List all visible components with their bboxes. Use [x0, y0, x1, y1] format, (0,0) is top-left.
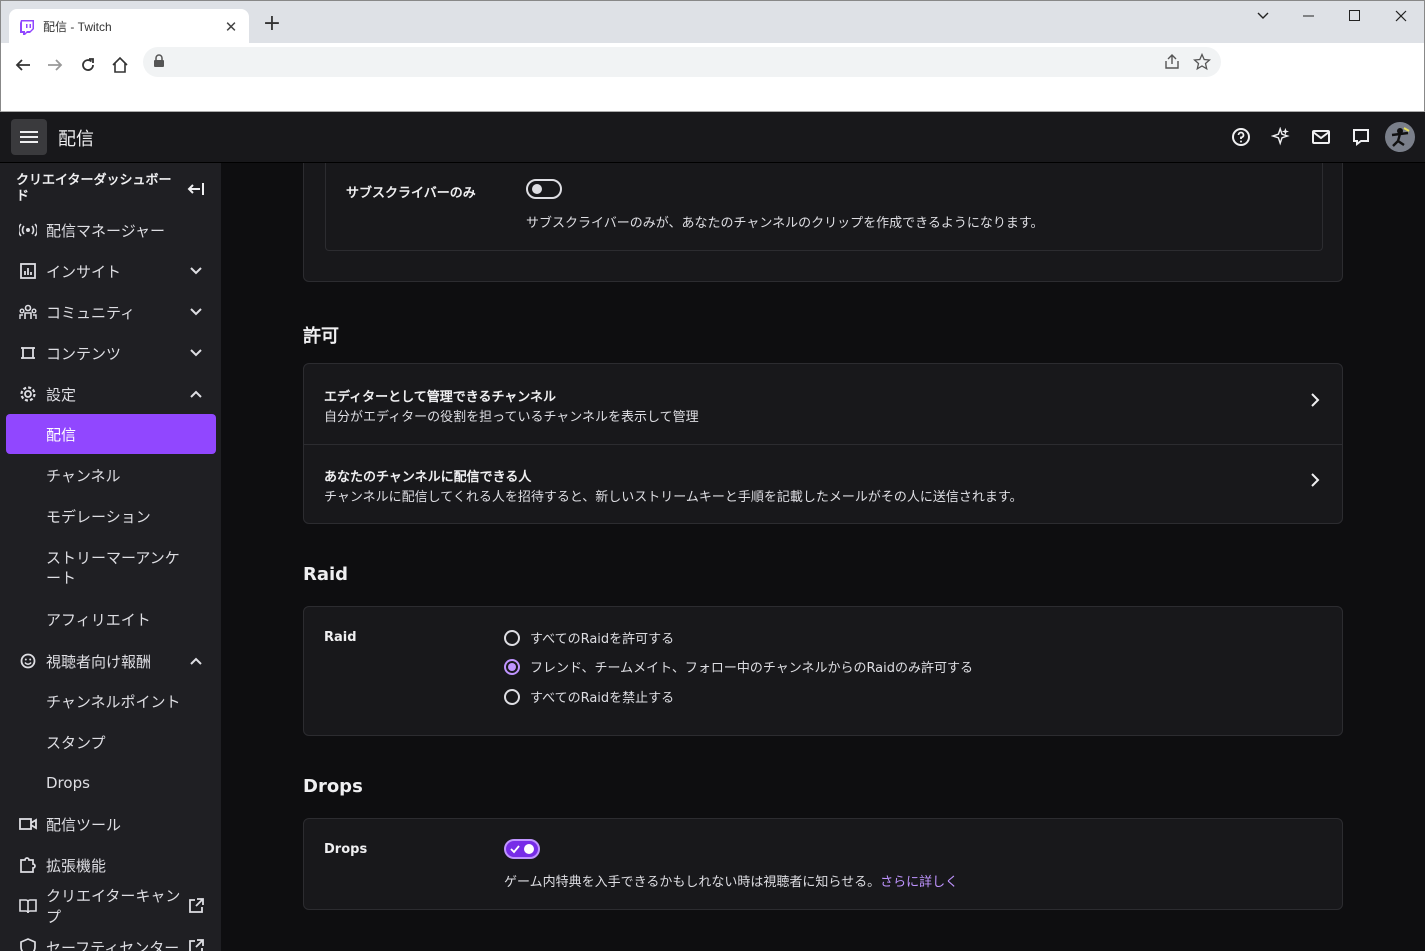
- sidebar-item-content[interactable]: コンテンツ: [6, 333, 216, 373]
- permissions-card: エディターとして管理できるチャンネル 自分がエディターの役割を担っているチャンネ…: [303, 363, 1343, 524]
- radio-button-selected[interactable]: [504, 658, 520, 675]
- permissions-title: 許可: [303, 326, 339, 347]
- stream-together-row[interactable]: あなたのチャンネルに配信できる人 チャンネルに配信してくれる人を招待すると、新し…: [304, 444, 1342, 524]
- window-dropdown-icon[interactable]: [1240, 1, 1286, 31]
- puzzle-icon: [16, 856, 40, 874]
- lock-icon: [154, 54, 164, 67]
- twitch-topbar: 配信: [0, 112, 1425, 163]
- avatar[interactable]: [1385, 122, 1415, 152]
- content-icon: [16, 345, 40, 361]
- sidebar-item-drops[interactable]: Drops: [6, 763, 216, 803]
- chevron-right-icon: [1311, 473, 1320, 487]
- inbox-icon[interactable]: [1301, 120, 1341, 154]
- subscribers-only-desc: サブスクライバーのみが、あなたのチャンネルのクリップを作成できるようになります。: [526, 216, 1044, 231]
- gear-icon: [16, 385, 40, 403]
- sidebar-item-settings[interactable]: 設定: [6, 374, 216, 414]
- editor-channels-row[interactable]: エディターとして管理できるチャンネル 自分がエディターの役割を担っているチャンネ…: [304, 364, 1342, 444]
- creator-sidebar: クリエイターダッシュボード 配信マネージャー インサイト コミュニティ コンテン…: [0, 163, 221, 951]
- sidebar-item-stream[interactable]: 配信: [6, 414, 216, 454]
- browser-tabstrip: 配信 - Twitch ✕ +: [0, 0, 1425, 44]
- sidebar-item-viewer-rewards[interactable]: 視聴者向け報酬: [6, 641, 216, 681]
- address-bar[interactable]: [143, 47, 1221, 77]
- collapse-sidebar-icon[interactable]: [186, 181, 206, 201]
- external-link-icon: [186, 939, 206, 951]
- book-icon: [16, 898, 40, 914]
- raid-label: Raid: [324, 630, 357, 645]
- home-icon[interactable]: [106, 51, 134, 79]
- chevron-right-icon: [1311, 393, 1320, 407]
- editor-channels-desc: 自分がエディターの役割を担っているチャンネルを表示して管理: [324, 410, 699, 425]
- drops-toggle[interactable]: [504, 839, 540, 859]
- raid-card: Raid すべてのRaidを許可する フレンド、チームメイト、フォロー中のチャン…: [303, 606, 1343, 736]
- maximize-button[interactable]: [1332, 1, 1378, 31]
- minimize-button[interactable]: [1286, 1, 1332, 31]
- sidebar-item-community[interactable]: コミュニティ: [6, 292, 216, 332]
- subscribers-only-label: サブスクライバーのみ: [346, 186, 476, 201]
- back-icon[interactable]: [9, 51, 37, 79]
- editor-channels-title: エディターとして管理できるチャンネル: [324, 390, 557, 405]
- stream-together-desc: チャンネルに配信してくれる人を招待すると、新しいストリームキーと手順を記載したメ…: [324, 490, 1023, 505]
- sidebar-item-extensions[interactable]: 拡張機能: [6, 845, 216, 885]
- sidebar-item-channel-points[interactable]: チャンネルポイント: [6, 681, 216, 721]
- smile-icon: [16, 653, 40, 669]
- external-link-icon: [186, 898, 206, 914]
- clips-settings-card: サブスクライバーのみ サブスクライバーのみが、あなたのチャンネルのクリップを作成…: [303, 163, 1343, 282]
- camera-icon: [16, 817, 40, 831]
- chart-icon: [16, 263, 40, 279]
- chevron-up-icon: [186, 390, 206, 398]
- sidebar-header: クリエイターダッシュボード: [16, 173, 172, 204]
- bookmark-star-icon[interactable]: [1193, 53, 1211, 71]
- page-title: 配信: [58, 129, 94, 150]
- sidebar-item-stream-manager[interactable]: 配信マネージャー: [6, 210, 216, 250]
- forward-icon[interactable]: [41, 51, 69, 79]
- check-icon: [510, 845, 520, 854]
- whispers-icon[interactable]: [1341, 120, 1381, 154]
- new-tab-button[interactable]: +: [261, 13, 283, 35]
- chevron-down-icon: [186, 267, 206, 275]
- broadcast-icon: [16, 223, 40, 237]
- close-window-button[interactable]: [1378, 1, 1424, 31]
- tab-title: 配信 - Twitch: [43, 20, 112, 34]
- hamburger-menu-button[interactable]: [11, 119, 47, 155]
- learn-more-link[interactable]: さらに詳しく: [880, 875, 958, 890]
- sidebar-item-channel[interactable]: チャンネル: [6, 455, 216, 495]
- sidebar-item-affiliate[interactable]: アフィリエイト: [6, 599, 216, 639]
- drops-label: Drops: [324, 842, 368, 857]
- drops-card: Drops ゲーム内特典を入手できるかもしれない時は視聴者に知らせる。さらに詳し…: [303, 818, 1343, 910]
- sidebar-item-insights[interactable]: インサイト: [6, 251, 216, 291]
- subscribers-only-box: サブスクライバーのみ サブスクライバーのみが、あなたのチャンネルのクリップを作成…: [325, 163, 1323, 251]
- raid-title: Raid: [303, 564, 349, 585]
- tab-close-icon[interactable]: ✕: [223, 18, 239, 36]
- radio-button[interactable]: [504, 629, 520, 646]
- chevron-down-icon: [186, 349, 206, 357]
- help-icon[interactable]: [1221, 120, 1261, 154]
- share-icon[interactable]: [1163, 53, 1181, 71]
- drops-desc: ゲーム内特典を入手できるかもしれない時は視聴者に知らせる。さらに詳しく: [504, 875, 959, 890]
- sidebar-item-emotes[interactable]: スタンプ: [6, 722, 216, 762]
- sidebar-item-safety-center[interactable]: セーフティセンター: [6, 927, 216, 951]
- sidebar-item-streamer-survey[interactable]: ストリーマーアンケート: [6, 546, 196, 590]
- shield-icon: [16, 938, 40, 951]
- drops-title: Drops: [303, 776, 363, 797]
- sidebar-item-creator-camp[interactable]: クリエイターキャンプ: [6, 886, 216, 926]
- community-icon: [16, 304, 40, 320]
- raid-option-all[interactable]: すべてのRaidを許可する: [504, 628, 674, 647]
- settings-main: サブスクライバーのみ サブスクライバーのみが、あなたのチャンネルのクリップを作成…: [221, 163, 1425, 951]
- hamburger-icon: [20, 131, 38, 143]
- chevron-down-icon: [186, 308, 206, 316]
- stream-together-title: あなたのチャンネルに配信できる人: [324, 470, 532, 485]
- raid-option-none[interactable]: すべてのRaidを禁止する: [504, 687, 674, 706]
- browser-tab[interactable]: 配信 - Twitch ✕: [9, 9, 249, 44]
- browser-toolbar: [0, 43, 1425, 112]
- sparkle-icon[interactable]: [1261, 120, 1301, 154]
- sidebar-item-moderation[interactable]: モデレーション: [6, 496, 216, 536]
- sidebar-item-stream-tools[interactable]: 配信ツール: [6, 804, 216, 844]
- reload-icon[interactable]: [74, 51, 102, 79]
- radio-button[interactable]: [504, 688, 520, 705]
- chevron-up-icon: [186, 657, 206, 665]
- twitch-favicon-icon: [20, 19, 34, 35]
- subscribers-only-toggle[interactable]: [526, 179, 562, 199]
- raid-option-friends[interactable]: フレンド、チームメイト、フォロー中のチャンネルからのRaidのみ許可する: [504, 657, 973, 676]
